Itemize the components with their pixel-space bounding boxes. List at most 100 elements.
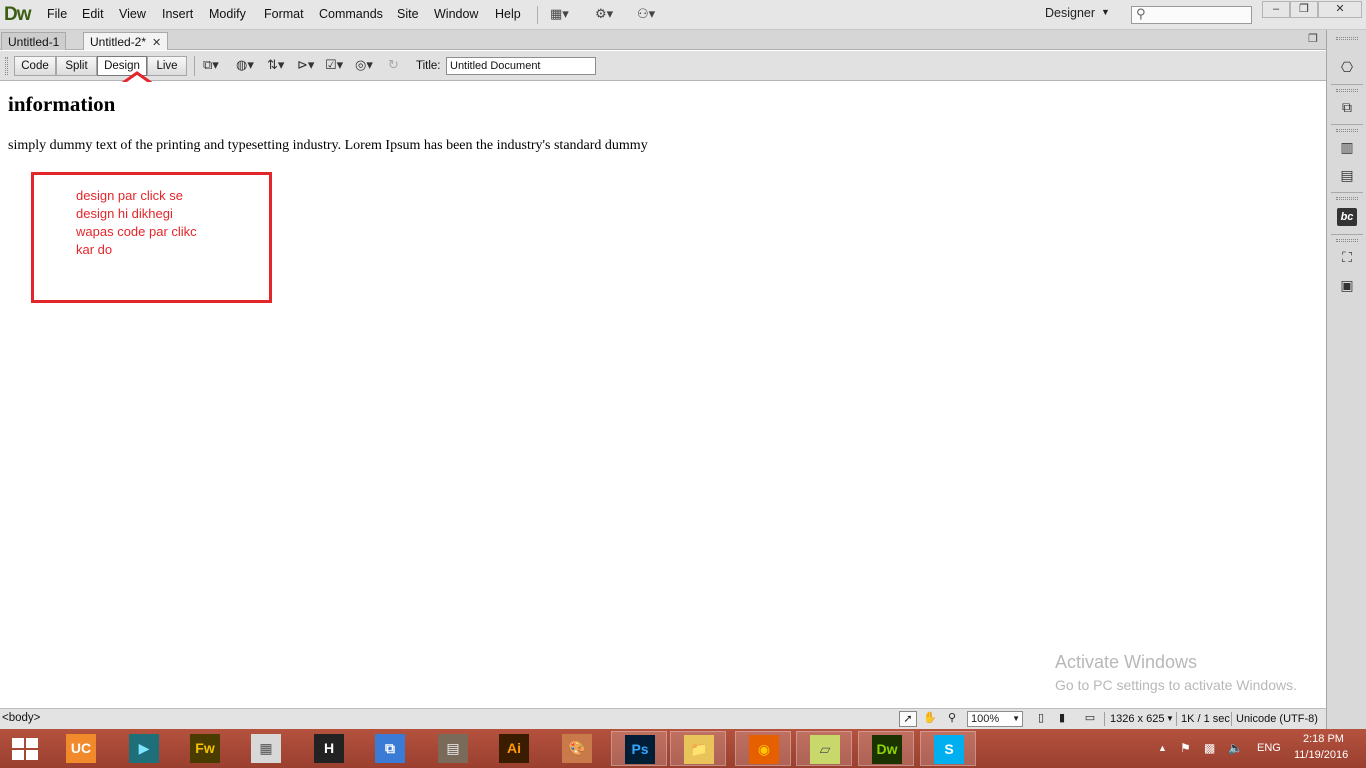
taskbar-calculator[interactable]: ▦ — [238, 731, 294, 766]
panel-dock: ⎔ ⧉ ▥ ▤ bc ⛶ ▣ — [1326, 30, 1366, 729]
help-search-input[interactable]: ⚲ — [1131, 6, 1252, 24]
window-size[interactable]: 1326 x 625 — [1110, 713, 1164, 725]
menu-file[interactable]: File — [47, 7, 67, 21]
annotation-note-box: design par click se design hi dikhegi wa… — [31, 172, 272, 303]
clock-time[interactable]: 2:18 PM — [1303, 733, 1344, 745]
taskbar-network-tool[interactable]: ⧉ — [362, 731, 418, 766]
taskbar-dreamweaver[interactable]: Dw — [858, 731, 914, 766]
business-catalyst-icon[interactable]: bc — [1337, 208, 1357, 226]
preview-in-browser-icon[interactable]: ◍▾ — [236, 57, 254, 73]
tab-untitled-1[interactable]: Untitled-1 — [1, 32, 67, 50]
site-extensions-icon[interactable]: ⚇▾ — [637, 6, 655, 24]
taskbar-fireworks[interactable]: Fw — [177, 731, 233, 766]
code-view-button[interactable]: Code — [14, 56, 56, 76]
document-title-input[interactable] — [446, 57, 596, 75]
menu-edit[interactable]: Edit — [82, 7, 104, 21]
minimize-button[interactable]: – — [1262, 1, 1290, 18]
taskbar-illustrator[interactable]: Ai — [486, 731, 542, 766]
mobile-size-icon[interactable]: ▯ — [1032, 711, 1050, 727]
menu-commands[interactable]: Commands — [319, 7, 383, 21]
panel-grip[interactable] — [1336, 197, 1358, 200]
menu-help[interactable]: Help — [495, 7, 521, 21]
split-view-button[interactable]: Split — [56, 56, 97, 76]
document-toolbar: Code Split Design Live ⧉▾ ◍▾ ⇅▾ ⊳▾ ☑▾ ◎▾… — [0, 51, 1326, 81]
close-tab-icon[interactable]: ✕ — [152, 37, 161, 49]
taskbar-firefox[interactable]: ◉ — [735, 731, 791, 766]
menu-window[interactable]: Window — [434, 7, 478, 21]
action-center-flag-icon[interactable]: ⚑ — [1180, 741, 1191, 755]
design-canvas[interactable]: information simply dummy text of the pri… — [0, 82, 1326, 708]
input-language[interactable]: ENG — [1257, 742, 1281, 754]
panel-separator — [1331, 234, 1363, 235]
layout-icon[interactable]: ▦▾ — [550, 6, 569, 24]
hand-tool-icon[interactable]: ✋ — [921, 711, 939, 727]
select-tool-icon[interactable]: ➚ — [899, 711, 917, 727]
panel-grip[interactable] — [1336, 239, 1358, 242]
taskbar-media-player[interactable]: ▶ — [116, 731, 172, 766]
multiscreen-icon[interactable]: ⧉▾ — [203, 57, 219, 73]
desktop-size-icon[interactable]: ▭ — [1078, 711, 1102, 727]
tab-untitled-2[interactable]: Untitled-2* ✕ — [83, 32, 169, 50]
taskbar-paint[interactable]: 🎨 — [549, 731, 605, 766]
css-designer-icon[interactable]: ▥ — [1337, 138, 1357, 156]
tablet-size-icon[interactable]: ▮ — [1053, 711, 1071, 727]
document-tab-bar: Untitled-1 Untitled-2* ✕ ❐ — [0, 30, 1326, 50]
volume-icon[interactable]: 🔈 — [1228, 741, 1243, 755]
menu-modify[interactable]: Modify — [209, 7, 246, 21]
panel-grip[interactable] — [1336, 89, 1358, 92]
windows-taskbar: UC ▶ Fw ▦ H ⧉ ▤ Ai 🎨 Ps 📁 ◉ ▱ Dw S ▲ ⚑ ▩ 🔈 ENG 2:18 PM… — [0, 729, 1366, 768]
zoom-select[interactable]: 100% ▼ — [967, 711, 1023, 727]
workspace-switcher[interactable]: Designer ▼ — [1037, 6, 1117, 24]
chevron-down-icon[interactable]: ▼ — [1166, 714, 1174, 723]
file-explorer-icon: 📁 — [684, 735, 714, 764]
annotation-line: design par click se — [76, 188, 183, 203]
taskbar-photos-app[interactable]: ▤ — [425, 731, 481, 766]
menu-site[interactable]: Site — [397, 7, 419, 21]
workspace-label: Designer — [1045, 6, 1096, 20]
dreamweaver-logo: Dw — [4, 4, 31, 25]
show-hidden-icons-icon[interactable]: ▲ — [1158, 743, 1167, 753]
visual-aids-icon[interactable]: ◎▾ — [355, 57, 373, 73]
files-panel-icon[interactable]: ⧉ — [1337, 98, 1357, 116]
menu-insert[interactable]: Insert — [162, 7, 193, 21]
clock-date[interactable]: 11/19/2016 — [1294, 749, 1348, 761]
title-label: Title: — [416, 60, 441, 72]
taskbar-hyper-terminal[interactable]: H — [301, 731, 357, 766]
menu-view[interactable]: View — [119, 7, 146, 21]
restore-document-icon[interactable]: ❐ — [1308, 32, 1318, 45]
status-separator — [1176, 712, 1177, 726]
w3c-validation-icon[interactable]: ⊳▾ — [297, 57, 314, 73]
taskbar-photoshop[interactable]: Ps — [611, 731, 667, 766]
gear-icon[interactable]: ⚙▾ — [595, 6, 613, 24]
insert-panel-icon[interactable]: ⎔ — [1337, 58, 1357, 76]
refresh-icon[interactable]: ↻ — [388, 57, 399, 73]
hyper-terminal-icon: H — [314, 734, 344, 763]
status-bar: <body> ➚ ✋ ⚲ 100% ▼ ▯ ▮ ▭ 1326 x 625 ▼ 1… — [0, 708, 1326, 729]
taskbar-skype[interactable]: S — [920, 731, 976, 766]
windows-start-icon[interactable] — [12, 738, 38, 760]
network-icon[interactable]: ▩ — [1204, 741, 1215, 755]
taskbar-sticky-notes[interactable]: ▱ — [796, 731, 852, 766]
dom-panel-icon[interactable]: ⛶ — [1337, 248, 1357, 266]
css-transitions-icon[interactable]: ▤ — [1337, 166, 1357, 184]
uc-browser-icon: UC — [66, 734, 96, 763]
zoom-tool-icon[interactable]: ⚲ — [943, 711, 961, 727]
taskbar-uc-browser[interactable]: UC — [53, 731, 109, 766]
tag-selector[interactable]: <body> — [2, 712, 40, 724]
panel-grip[interactable] — [1336, 37, 1358, 40]
menu-format[interactable]: Format — [264, 7, 304, 21]
activate-windows-subtitle: Go to PC settings to activate Windows. — [1055, 677, 1297, 693]
maximize-button[interactable]: ❐ — [1290, 1, 1318, 18]
file-management-icon[interactable]: ⇅▾ — [267, 57, 284, 73]
panel-grip[interactable] — [1336, 129, 1358, 132]
menu-separator — [537, 6, 538, 24]
calculator-icon: ▦ — [251, 734, 281, 763]
close-button[interactable]: ✕ — [1318, 1, 1362, 18]
encoding: Unicode (UTF-8) — [1236, 713, 1318, 725]
activate-windows-title: Activate Windows — [1055, 652, 1198, 672]
check-browser-compatibility-icon[interactable]: ☑▾ — [325, 57, 343, 73]
status-separator — [1231, 712, 1232, 726]
assets-panel-icon[interactable]: ▣ — [1337, 276, 1357, 294]
page-paragraph: simply dummy text of the printing and ty… — [8, 138, 648, 153]
taskbar-file-explorer[interactable]: 📁 — [670, 731, 726, 766]
